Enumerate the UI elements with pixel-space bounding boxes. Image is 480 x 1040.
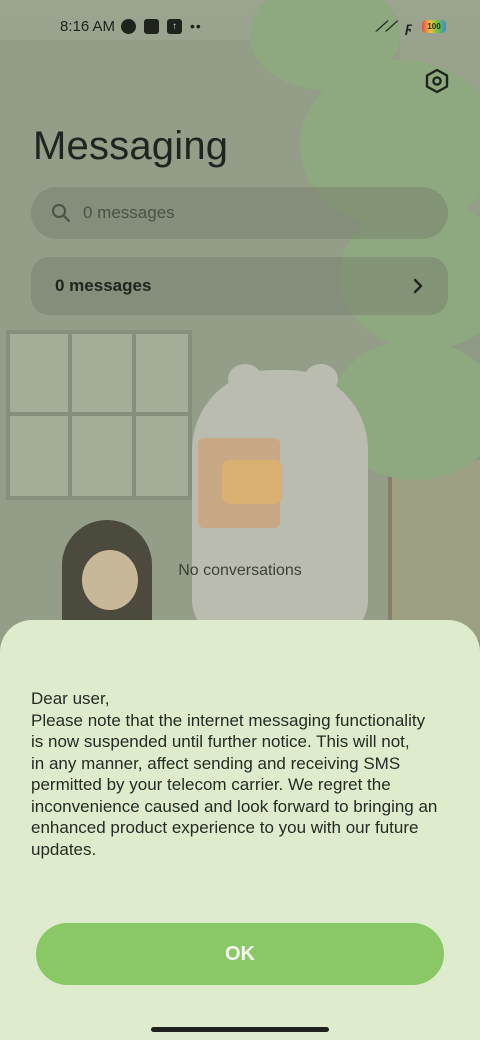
search-bar[interactable]: [31, 187, 448, 239]
settings-button[interactable]: [420, 64, 454, 98]
messages-card-label: 0 messages: [55, 276, 152, 295]
status-time: 8:16 AM: [60, 18, 116, 35]
notice-line: Please note that the internet messaging …: [31, 710, 426, 730]
illustration-chat-bubble: [222, 460, 282, 504]
empty-state-text: No conversations: [178, 562, 302, 579]
search-input[interactable]: [83, 203, 413, 223]
messages-card[interactable]: 0 messages: [31, 257, 448, 315]
ok-button[interactable]: OK: [36, 923, 444, 985]
notice-bottom-sheet: Dear user, Please note that the internet…: [0, 620, 480, 1040]
status-bar: 8:16 AM ↑ •• ⟋⟋ ϝ 100: [0, 0, 480, 56]
page-title: Messaging: [33, 124, 229, 168]
search-icon: [52, 204, 71, 223]
notice-line: updates.: [31, 839, 97, 859]
more-dots-icon: ••: [190, 18, 202, 34]
data-saver-icon: [121, 19, 136, 34]
notice-line: in any manner, affect sending and receiv…: [31, 753, 401, 773]
notice-message: Dear user, Please note that the internet…: [31, 688, 461, 860]
notice-line: inconvenience caused and look forward to…: [31, 796, 438, 816]
chevron-right-icon: [413, 278, 423, 294]
status-icons-right: ⟋⟋ ϝ 100: [376, 18, 446, 35]
status-icons-left: ↑ ••: [121, 19, 202, 34]
square-icon: [144, 19, 159, 34]
battery-icon: 100: [422, 20, 446, 33]
illustration-window: [6, 330, 192, 500]
notice-line: enhanced product experience to you with …: [31, 818, 419, 837]
illustration-door: [388, 460, 480, 640]
notice-line: is now suspended until further notice. T…: [31, 732, 410, 751]
signal-icon: ⟋⟋: [375, 18, 396, 34]
notice-line: permitted by your telecom carrier. We re…: [31, 775, 391, 794]
upload-icon: ↑: [167, 19, 182, 34]
battery-level: 100: [427, 22, 441, 31]
notice-line: Dear user,: [31, 689, 110, 708]
wifi-icon: ϝ: [405, 18, 412, 35]
home-indicator[interactable]: [151, 1027, 329, 1032]
settings-hexagon-icon: [425, 68, 449, 94]
